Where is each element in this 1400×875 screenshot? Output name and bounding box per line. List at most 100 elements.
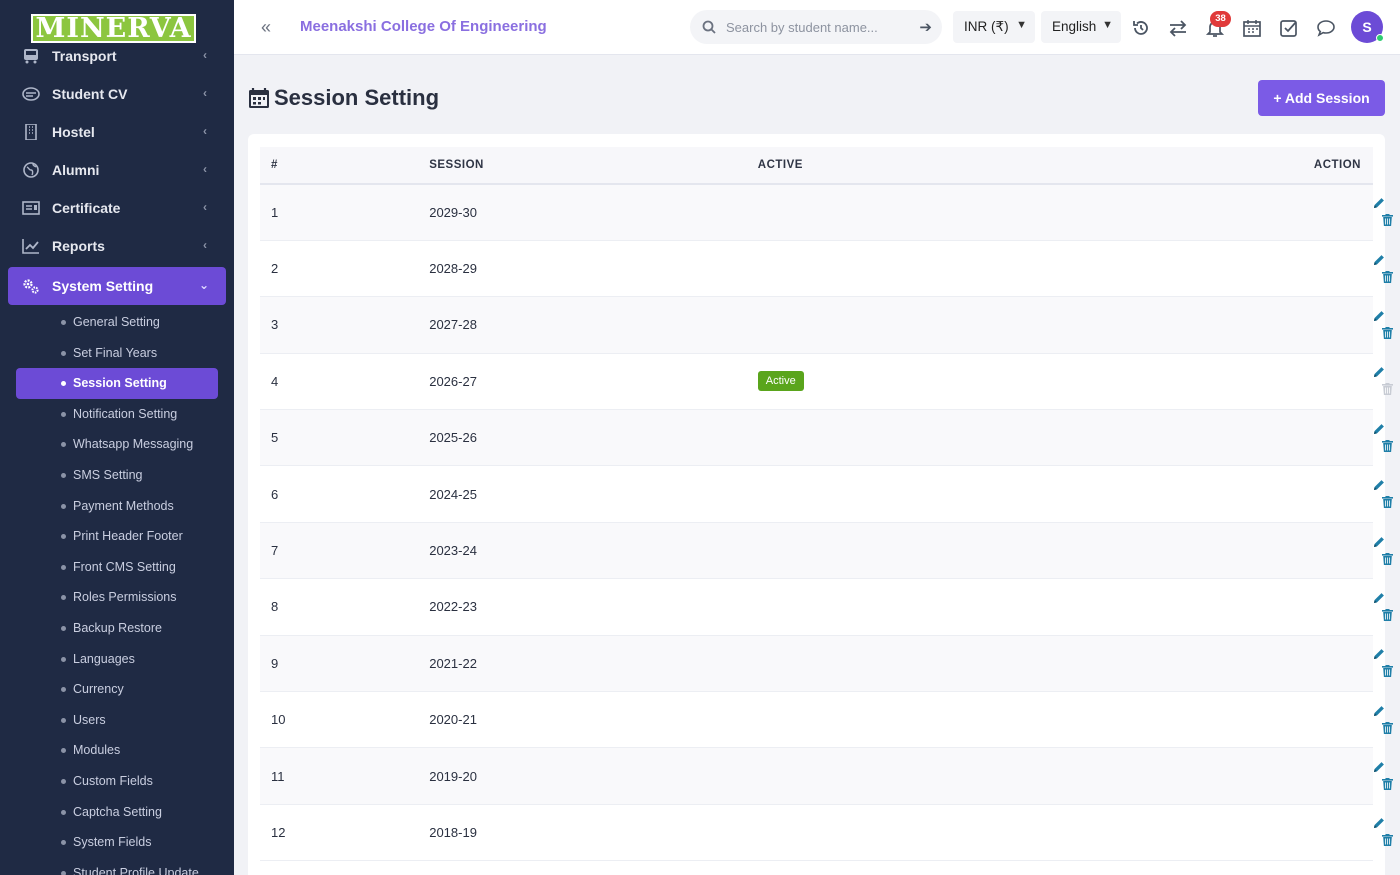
row-number: 8	[271, 599, 279, 615]
edit-pencil-icon[interactable]	[1373, 648, 1385, 660]
currency-value: INR (₹)	[964, 19, 1009, 34]
row-session: 2020-21	[429, 712, 477, 728]
avatar[interactable]: S	[1351, 11, 1384, 43]
submenu-item-session-setting[interactable]: Session Setting	[16, 368, 218, 399]
table-row: 5 2025-26	[260, 409, 1393, 466]
chart-line-icon	[22, 239, 39, 254]
history-icon[interactable]	[1131, 18, 1151, 38]
submenu-item-captcha-setting[interactable]: Captcha Setting	[0, 797, 234, 828]
language-select[interactable]: English ▼	[1041, 11, 1121, 43]
column-header-number[interactable]: #	[260, 147, 418, 184]
collapse-sidebar-icon[interactable]: «	[261, 17, 271, 38]
logo[interactable]: MINERVA	[31, 13, 196, 44]
delete-trash-icon[interactable]	[1382, 270, 1393, 283]
sidebar-item-hostel[interactable]: Hostel ‹	[0, 113, 234, 151]
sidebar-item-reports[interactable]: Reports ‹	[0, 227, 234, 265]
submenu-item-currency[interactable]: Currency	[0, 674, 234, 705]
exchange-icon[interactable]	[1168, 18, 1188, 38]
edit-pencil-icon[interactable]	[1373, 310, 1385, 322]
submenu-item-modules[interactable]: Modules	[0, 735, 234, 766]
row-actions	[1048, 748, 1393, 804]
edit-pencil-icon[interactable]	[1373, 705, 1385, 717]
edit-pencil-icon[interactable]	[1373, 423, 1385, 435]
row-number: 4	[271, 373, 279, 389]
submenu-item-whatsapp-messaging[interactable]: Whatsapp Messaging	[0, 429, 234, 460]
edit-pencil-icon[interactable]	[1373, 761, 1385, 773]
edit-pencil-icon[interactable]	[1373, 197, 1385, 209]
chevron-left-icon: ‹	[203, 238, 207, 252]
delete-trash-icon	[1382, 383, 1393, 396]
submenu-item-print-header-footer[interactable]: Print Header Footer	[0, 521, 234, 552]
search-input[interactable]	[726, 17, 906, 37]
row-session: 2028-29	[429, 261, 477, 277]
delete-trash-icon[interactable]	[1382, 721, 1393, 734]
sidebar: Transport ‹ Student CV ‹ Hostel ‹ Alumni…	[0, 0, 234, 875]
submenu-item-general-setting[interactable]: General Setting	[0, 307, 234, 338]
submenu-item-payment-methods[interactable]: Payment Methods	[0, 491, 234, 522]
submenu-item-languages[interactable]: Languages	[0, 644, 234, 675]
row-actions	[1048, 410, 1393, 466]
delete-trash-icon[interactable]	[1382, 834, 1393, 847]
delete-trash-icon[interactable]	[1382, 552, 1393, 565]
online-status-dot	[1376, 34, 1384, 42]
delete-trash-icon[interactable]	[1382, 326, 1393, 339]
edit-pencil-icon[interactable]	[1373, 366, 1385, 378]
row-actions	[1048, 466, 1393, 522]
row-session: 2026-27	[429, 373, 477, 389]
submenu-item-notification-setting[interactable]: Notification Setting	[0, 399, 234, 430]
row-session: 2022-23	[429, 599, 477, 615]
row-actions	[1048, 692, 1393, 748]
delete-trash-icon[interactable]	[1382, 496, 1393, 509]
avatar-initial: S	[1362, 19, 1372, 35]
column-header-action: ACTION	[1313, 159, 1361, 171]
row-number: 3	[271, 317, 279, 333]
row-active	[747, 466, 1048, 522]
calendar-icon[interactable]	[1242, 18, 1262, 38]
row-actions	[1048, 184, 1393, 240]
row-active	[747, 410, 1048, 466]
submenu-item-users[interactable]: Users	[0, 705, 234, 736]
delete-trash-icon[interactable]	[1382, 608, 1393, 621]
row-active	[747, 635, 1048, 691]
row-active	[747, 522, 1048, 578]
chat-icon[interactable]	[1316, 18, 1336, 38]
sidebar-item-system-setting[interactable]: System Setting ⌄	[8, 267, 226, 305]
currency-select[interactable]: INR (₹) ▼	[953, 11, 1035, 43]
delete-trash-icon[interactable]	[1382, 214, 1393, 227]
edit-pencil-icon[interactable]	[1373, 479, 1385, 491]
sidebar-item-certificate[interactable]: Certificate ‹	[0, 189, 234, 227]
delete-trash-icon[interactable]	[1382, 665, 1393, 678]
calendar-icon	[249, 88, 269, 108]
submenu-item-sms-setting[interactable]: SMS Setting	[0, 460, 234, 491]
submenu-item-set-final-years[interactable]: Set Final Years	[0, 338, 234, 369]
delete-trash-icon[interactable]	[1382, 439, 1393, 452]
add-session-button[interactable]: + Add Session	[1258, 80, 1385, 116]
sessions-card: # SESSION ACTIVE ACTION 1 2029-30 2 2028-29…	[248, 134, 1393, 875]
column-header-session[interactable]: SESSION	[418, 147, 747, 184]
edit-pencil-icon[interactable]	[1373, 536, 1385, 548]
table-row: 11 2019-20	[260, 747, 1393, 805]
submenu-item-roles-permissions[interactable]: Roles Permissions	[0, 582, 234, 613]
submenu-item-student-profile-update[interactable]: Student Profile Update	[0, 858, 234, 875]
sidebar-item-student-cv[interactable]: Student CV ‹	[0, 75, 234, 113]
edit-pencil-icon[interactable]	[1373, 592, 1385, 604]
delete-trash-icon[interactable]	[1382, 778, 1393, 791]
edit-pencil-icon[interactable]	[1373, 817, 1385, 829]
row-actions	[1048, 579, 1393, 635]
row-number: 1	[271, 204, 279, 220]
submenu-item-custom-fields[interactable]: Custom Fields	[0, 766, 234, 797]
row-active	[747, 240, 1048, 296]
arrow-right-icon[interactable]: ➔	[919, 18, 932, 36]
column-header-active[interactable]: ACTIVE	[747, 147, 1048, 184]
row-number: 5	[271, 430, 279, 446]
submenu-item-front-cms-setting[interactable]: Front CMS Setting	[0, 552, 234, 583]
sidebar-item-label: Reports	[52, 238, 105, 254]
edit-pencil-icon[interactable]	[1373, 254, 1385, 266]
sidebar-item-alumni[interactable]: Alumni ‹	[0, 151, 234, 189]
submenu-item-system-fields[interactable]: System Fields	[0, 827, 234, 858]
task-check-icon[interactable]	[1279, 18, 1299, 38]
row-session: 2027-28	[429, 317, 477, 333]
chevron-left-icon: ‹	[203, 86, 207, 100]
search-box: ➔	[690, 10, 942, 44]
submenu-item-backup-restore[interactable]: Backup Restore	[0, 613, 234, 644]
